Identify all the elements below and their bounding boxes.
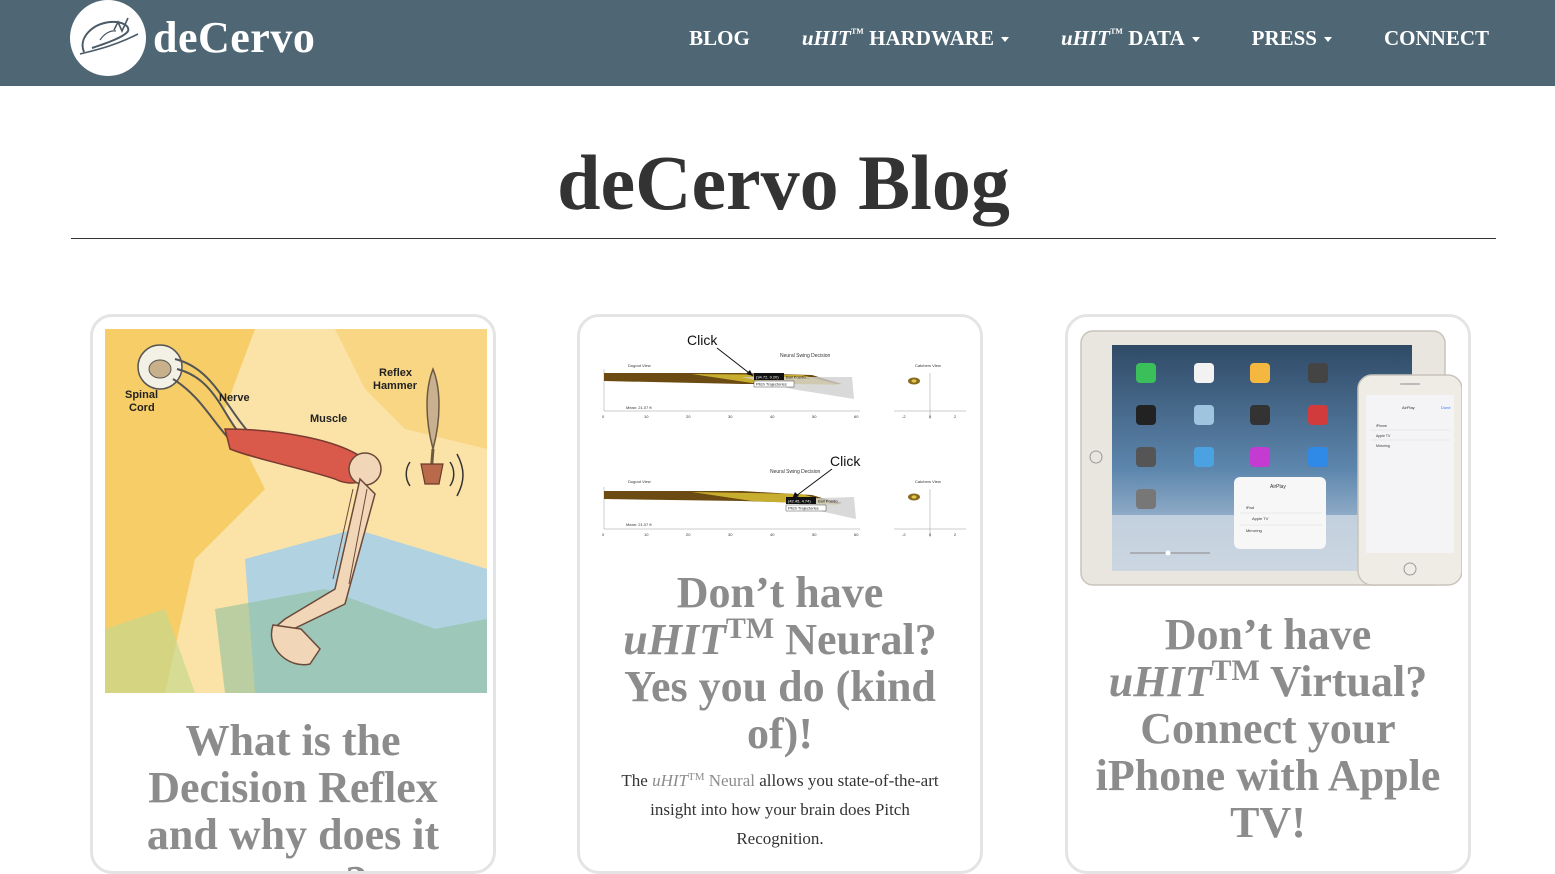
main-nav: BLOG uHIT™ HARDWARE uHIT™ DATA PRESS CON… [637, 0, 1489, 76]
title-divider [71, 238, 1496, 239]
airplay-ipad: iPad [1246, 505, 1254, 510]
post-title-line1: Don’t have [1164, 610, 1372, 659]
svg-text:10: 10 [644, 414, 649, 419]
nav-hardware-label: HARDWARE [869, 25, 994, 50]
page-title: deCervo Blog [557, 139, 1010, 226]
post-title-uhit-neural[interactable]: Don’t have uHITTM Neural? Yes you do (ki… [580, 569, 980, 757]
excerpt-neural: Neural [704, 771, 755, 790]
svg-text:40: 40 [770, 532, 775, 537]
ball-pos-1: Ball Positio... [786, 375, 809, 380]
label-reflex: Reflex [379, 367, 413, 379]
airplay-apple-tv: Apple TV [1252, 516, 1269, 521]
post-excerpt-uhit-neural: The uHITTM Neural allows you state-of-th… [580, 766, 980, 853]
brand-link[interactable]: deCervo [70, 0, 315, 76]
nav-press[interactable]: PRESS [1252, 26, 1332, 51]
svg-text:20: 20 [686, 532, 691, 537]
nav-hardware-prefix: uHIT [801, 25, 851, 50]
tooltip-1: (34.72, 0.20) [756, 375, 779, 380]
ipad-iphone-airplay-image[interactable]: AirPlay iPad Apple TV Mirroring AirPlay … [1080, 329, 1462, 589]
iphone-item-2: Apple TV [1376, 434, 1391, 438]
post-title-line3: Yes you do (kind of)! [624, 662, 936, 758]
svg-text:50: 50 [812, 532, 817, 537]
neural-swing-decision-chart-image[interactable]: Neural Swing Decision Dugout View Catche… [592, 329, 974, 559]
post-title-neural: Neural? [774, 615, 937, 664]
pitch-traj-1: Pitch Trajectories [756, 382, 787, 387]
catcher-label-1: Catchers View [915, 363, 941, 368]
svg-text:20: 20 [686, 414, 691, 419]
post-title-line1: Don’t have [676, 568, 884, 617]
caret-down-icon [1323, 36, 1332, 42]
post-title-virtual: Virtual? [1259, 657, 1428, 706]
label-muscle: Muscle [310, 413, 347, 425]
svg-text:30: 30 [728, 414, 733, 419]
brand-name: deCervo [153, 13, 316, 62]
airplay-mirroring: Mirroring [1246, 528, 1262, 533]
mean-1: Mean: 21.07 ft [626, 405, 652, 410]
excerpt-uhit: uHIT [652, 771, 688, 790]
chart-title-1: Neural Swing Decision [780, 353, 831, 359]
post-title-tm: TM [725, 612, 775, 645]
click-label-2: Click [830, 453, 861, 469]
svg-text:60: 60 [854, 414, 859, 419]
post-title-uhit-virtual[interactable]: Don’t have uHITTM Virtual? Connect your … [1068, 611, 1468, 846]
post-card-uhit-neural[interactable]: Neural Swing Decision Dugout View Catche… [577, 314, 983, 874]
airplay-label: AirPlay [1270, 484, 1286, 490]
nav-press-label: PRESS [1251, 25, 1317, 50]
label-spinal: Spinal [125, 389, 158, 401]
signature-swoosh-logo-icon [70, 0, 146, 76]
caret-down-icon [1191, 36, 1200, 42]
decision-reflex-illustration[interactable]: Spinal Cord Nerve Muscle Reflex Hammer [105, 329, 487, 693]
label-cord: Cord [129, 402, 155, 414]
iphone-item-3: Mirroring [1376, 444, 1390, 448]
svg-text:40: 40 [770, 414, 775, 419]
post-title-tm: TM [1211, 654, 1260, 687]
post-card-decision-reflex[interactable]: Spinal Cord Nerve Muscle Reflex Hammer W… [90, 314, 496, 874]
iphone-airplay-label: AirPlay [1402, 405, 1415, 410]
iphone-done-label: Done [1441, 405, 1451, 410]
pitch-traj-2: Pitch Trajectories [788, 506, 819, 511]
post-title-uhit: uHIT [623, 615, 726, 664]
caret-down-icon [1000, 36, 1009, 42]
click-label-1: Click [687, 332, 718, 348]
tooltip-2: (42.45, 4.74) [788, 499, 811, 504]
label-hammer: Hammer [373, 380, 418, 392]
nav-uhit-data[interactable]: uHIT™ DATA [1061, 26, 1200, 51]
excerpt-tm: TM [687, 771, 705, 783]
side-label-2: Dugout View [628, 479, 651, 484]
side-label-1: Dugout View [628, 363, 651, 368]
svg-text:60: 60 [854, 532, 859, 537]
nav-hardware-tm: ™ [850, 24, 864, 40]
nav-data-label: DATA [1128, 25, 1185, 50]
nav-data-tm: ™ [1109, 24, 1123, 40]
catcher-label-2: Catchers View [915, 479, 941, 484]
excerpt-before: The [621, 771, 653, 790]
mean-2: Mean: 21.07 ft [626, 522, 652, 527]
iphone-item-1: iPhone [1376, 424, 1387, 428]
svg-text:50: 50 [812, 414, 817, 419]
nav-blog[interactable]: BLOG [689, 26, 750, 51]
post-title-decision-reflex[interactable]: What is the Decision Reflex and why does… [93, 717, 493, 871]
nav-connect[interactable]: CONNECT [1384, 26, 1489, 51]
post-card-uhit-virtual[interactable]: AirPlay iPad Apple TV Mirroring AirPlay … [1065, 314, 1471, 874]
nav-uhit-hardware[interactable]: uHIT™ HARDWARE [802, 26, 1009, 51]
svg-text:30: 30 [728, 532, 733, 537]
chart-title-2: Neural Swing Decision [770, 469, 821, 475]
top-navbar: deCervo BLOG uHIT™ HARDWARE uHIT™ DATA P… [0, 0, 1555, 86]
post-title-line3: Connect your iPhone with Apple TV! [1095, 704, 1441, 847]
post-title-uhit: uHIT [1108, 657, 1212, 706]
nav-data-prefix: uHIT [1060, 25, 1110, 50]
svg-text:10: 10 [644, 532, 649, 537]
ball-pos-2: Ball Positio... [818, 499, 841, 504]
label-nerve: Nerve [219, 392, 250, 404]
